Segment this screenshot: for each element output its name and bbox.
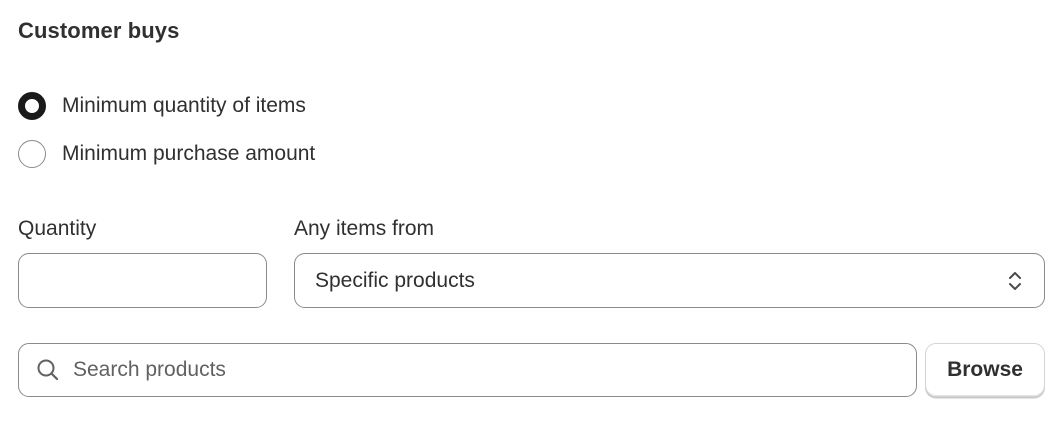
- search-products-input[interactable]: [73, 358, 900, 382]
- section-title: Customer buys: [18, 18, 180, 43]
- quantity-label: Quantity: [18, 217, 97, 240]
- radio-label: Minimum quantity of items: [62, 94, 306, 117]
- any-items-from-select[interactable]: Specific products: [294, 253, 1045, 308]
- customer-buys-card: Customer buys Minimum quantity of items …: [0, 0, 1062, 436]
- browse-button[interactable]: Browse: [925, 343, 1045, 397]
- search-icon: [37, 359, 59, 381]
- product-search-box[interactable]: [18, 343, 917, 397]
- chevron-up-down-icon: [1009, 271, 1021, 290]
- select-value: Specific products: [315, 268, 475, 292]
- radio-button-selected[interactable]: [18, 92, 46, 120]
- radio-button-unselected[interactable]: [18, 140, 46, 168]
- radio-label: Minimum purchase amount: [62, 142, 316, 165]
- any-items-from-label: Any items from: [294, 217, 435, 240]
- quantity-input[interactable]: [18, 253, 267, 308]
- radio-option-minimum-amount[interactable]: Minimum purchase amount: [18, 139, 315, 169]
- radio-option-minimum-quantity[interactable]: Minimum quantity of items: [18, 91, 306, 121]
